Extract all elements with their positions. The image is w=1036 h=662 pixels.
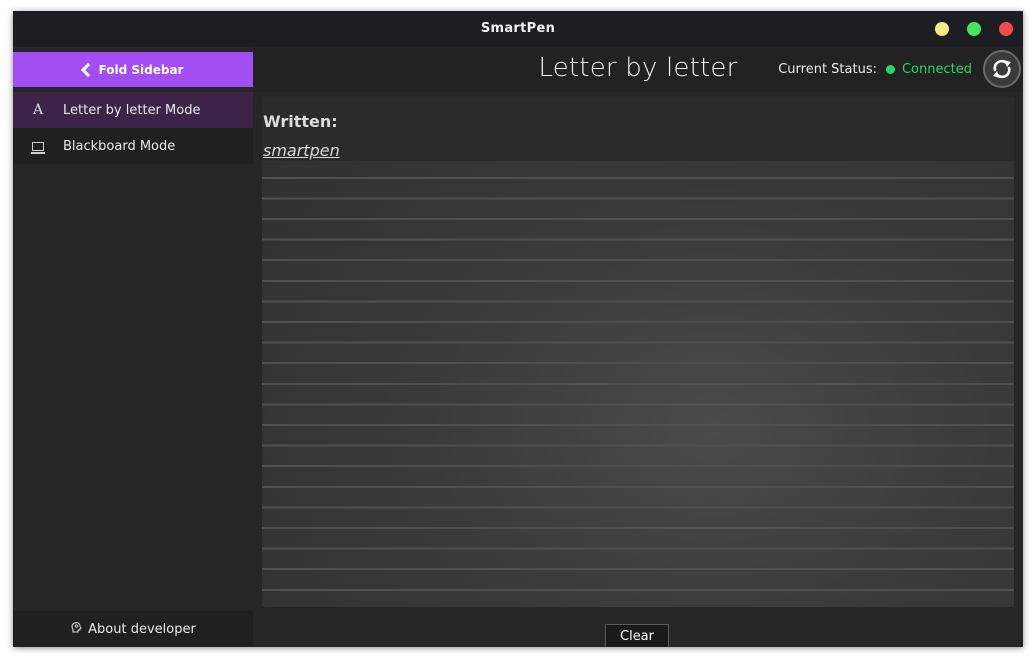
app-title: SmartPen [480, 21, 556, 36]
sidebar-item-label: Blackboard Mode [63, 138, 176, 154]
app-window: SmartPen Fold Sidebar A Letter by letter… [13, 11, 1023, 647]
fold-sidebar-button[interactable]: Fold Sidebar [13, 52, 253, 87]
head-icon [70, 621, 83, 637]
title-bar[interactable]: SmartPen [13, 11, 1023, 47]
minimize-button[interactable] [935, 22, 949, 36]
about-developer-label: About developer [88, 621, 196, 637]
letter-a-icon: A [32, 102, 44, 118]
sidebar-item-letter-by-letter[interactable]: A Letter by letter Mode [13, 92, 253, 128]
status-dot-icon [885, 65, 895, 74]
chevron-left-icon [80, 62, 95, 78]
writing-board[interactable]: Written: smartpen [262, 97, 1014, 607]
close-button[interactable] [999, 22, 1013, 36]
clear-button[interactable]: Clear [605, 624, 669, 647]
written-label: Written: [263, 112, 338, 131]
header: Letter by letter Current Status: Connect… [253, 47, 1023, 92]
main-panel: Letter by letter Current Status: Connect… [253, 47, 1023, 647]
written-text: smartpen [263, 141, 340, 160]
sidebar: Fold Sidebar A Letter by letter Mode Bla… [13, 47, 253, 647]
status-value: Connected [901, 62, 972, 77]
refresh-icon [993, 59, 1011, 79]
sidebar-item-blackboard[interactable]: Blackboard Mode [13, 128, 253, 164]
monitor-icon [13, 138, 63, 154]
connection-status: Current Status: Connected [778, 47, 972, 92]
status-label: Current Status: [778, 62, 877, 77]
refresh-button[interactable] [983, 50, 1021, 88]
about-developer-button[interactable]: About developer [13, 611, 253, 647]
written-area: Written: smartpen [262, 97, 1014, 161]
sidebar-item-label: Letter by letter Mode [63, 102, 201, 118]
maximize-button[interactable] [967, 22, 981, 36]
fold-sidebar-label: Fold Sidebar [98, 62, 184, 77]
